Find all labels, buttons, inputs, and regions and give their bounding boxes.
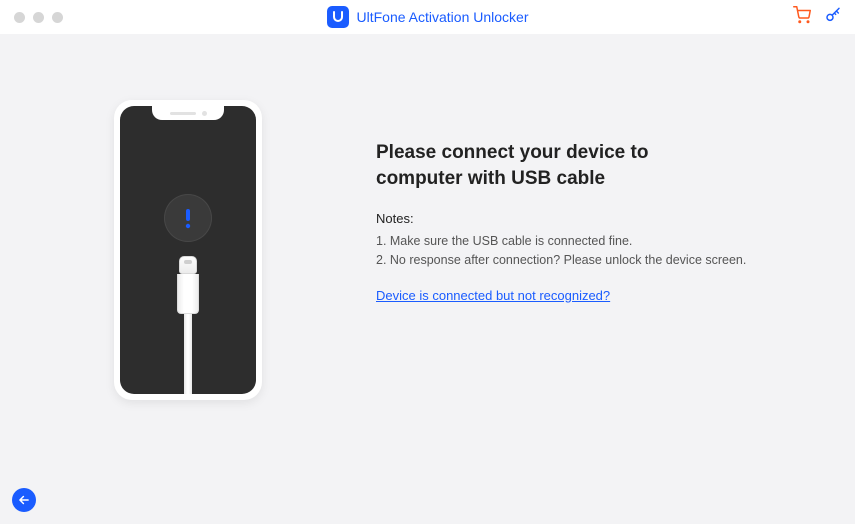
cart-icon[interactable] bbox=[793, 6, 811, 29]
note-1: 1. Make sure the USB cable is connected … bbox=[376, 232, 785, 251]
close-window-button[interactable] bbox=[14, 12, 25, 23]
exclamation-icon bbox=[164, 194, 212, 242]
header-actions bbox=[793, 6, 841, 29]
app-logo-icon bbox=[327, 6, 349, 28]
device-illustration bbox=[0, 34, 376, 524]
help-link[interactable]: Device is connected but not recognized? bbox=[376, 288, 610, 303]
note-2: 2. No response after connection? Please … bbox=[376, 251, 785, 270]
back-button[interactable] bbox=[12, 488, 36, 512]
app-title-text: UltFone Activation Unlocker bbox=[357, 9, 529, 25]
key-icon[interactable] bbox=[825, 7, 841, 28]
main-content: Please connect your device to computer w… bbox=[0, 34, 855, 524]
minimize-window-button[interactable] bbox=[33, 12, 44, 23]
notes-label: Notes: bbox=[376, 211, 785, 226]
usb-cable-illustration bbox=[177, 256, 199, 394]
phone-notch bbox=[152, 106, 224, 120]
window-controls bbox=[14, 12, 63, 23]
headline: Please connect your device to computer w… bbox=[376, 140, 736, 191]
titlebar: UltFone Activation Unlocker bbox=[0, 0, 855, 34]
phone-frame bbox=[114, 100, 262, 400]
app-title: UltFone Activation Unlocker bbox=[327, 6, 529, 28]
instruction-panel: Please connect your device to computer w… bbox=[376, 34, 855, 524]
maximize-window-button[interactable] bbox=[52, 12, 63, 23]
phone-screen bbox=[120, 106, 256, 394]
